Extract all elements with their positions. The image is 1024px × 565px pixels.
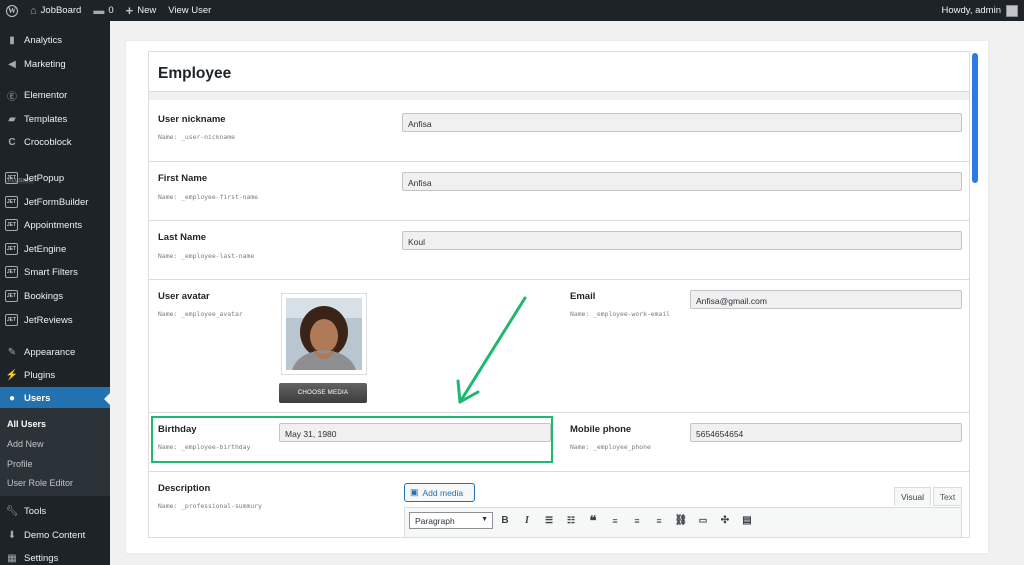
annotation-arrow-icon: [456, 296, 527, 404]
